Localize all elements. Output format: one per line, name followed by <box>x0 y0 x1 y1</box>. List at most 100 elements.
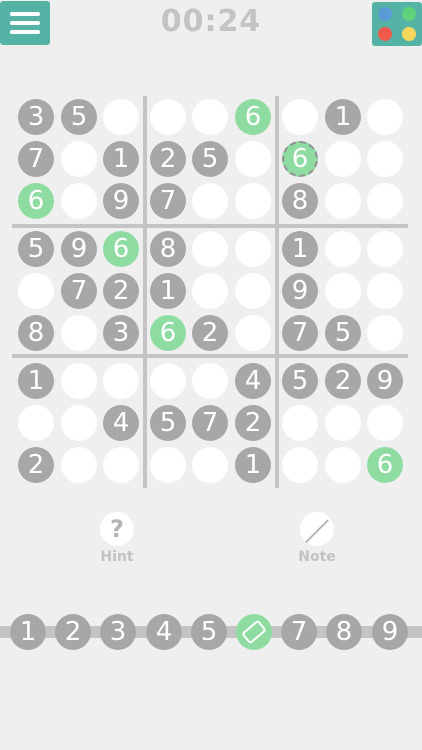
sudoku-cell[interactable] <box>367 315 403 351</box>
note-button[interactable]: ／ Note <box>277 512 357 565</box>
sudoku-cell[interactable] <box>235 183 271 219</box>
sudoku-cell[interactable]: 9 <box>282 273 318 309</box>
sudoku-cell[interactable]: 3 <box>18 99 54 135</box>
sudoku-cell[interactable] <box>367 99 403 135</box>
sudoku-cell[interactable] <box>367 231 403 267</box>
number-button[interactable]: 9 <box>372 614 408 650</box>
number-button[interactable]: 4 <box>146 614 182 650</box>
sudoku-cell[interactable]: 8 <box>18 315 54 351</box>
sudoku-cell[interactable]: 2 <box>325 363 361 399</box>
sudoku-cell[interactable]: 1 <box>235 447 271 483</box>
sudoku-cell[interactable]: 9 <box>103 183 139 219</box>
sudoku-cell[interactable]: 5 <box>150 405 186 441</box>
sudoku-cell[interactable] <box>325 141 361 177</box>
sudoku-cell[interactable]: 2 <box>192 315 228 351</box>
number-button[interactable]: 7 <box>281 614 317 650</box>
sudoku-cell[interactable] <box>103 99 139 135</box>
sudoku-cell[interactable] <box>150 363 186 399</box>
sudoku-cell[interactable] <box>192 231 228 267</box>
hint-button[interactable]: ? Hint <box>77 512 157 565</box>
sudoku-cell[interactable] <box>367 183 403 219</box>
eraser-button[interactable] <box>236 614 272 650</box>
sudoku-cell[interactable] <box>282 99 318 135</box>
sudoku-cell[interactable]: 5 <box>61 99 97 135</box>
sudoku-cell[interactable] <box>192 363 228 399</box>
eraser-icon <box>241 619 267 645</box>
sudoku-cell[interactable] <box>103 447 139 483</box>
sudoku-cell[interactable] <box>192 99 228 135</box>
sudoku-cell[interactable] <box>61 315 97 351</box>
sudoku-cell[interactable]: 6 <box>103 231 139 267</box>
sudoku-cell[interactable]: 7 <box>282 315 318 351</box>
sudoku-cell[interactable] <box>325 273 361 309</box>
sudoku-cell[interactable]: 8 <box>282 183 318 219</box>
grid-divider <box>12 224 408 228</box>
sudoku-cell[interactable] <box>61 447 97 483</box>
sudoku-cell[interactable] <box>235 231 271 267</box>
sudoku-cell[interactable] <box>282 405 318 441</box>
sudoku-cell[interactable]: 2 <box>18 447 54 483</box>
sudoku-cell[interactable] <box>61 405 97 441</box>
sudoku-cell[interactable]: 7 <box>192 405 228 441</box>
sudoku-cell[interactable] <box>235 141 271 177</box>
sudoku-cell[interactable] <box>325 405 361 441</box>
note-label: Note <box>298 549 336 565</box>
sudoku-cell[interactable] <box>18 405 54 441</box>
sudoku-cell[interactable]: 1 <box>103 141 139 177</box>
sudoku-cell[interactable] <box>367 273 403 309</box>
sudoku-cell[interactable] <box>325 231 361 267</box>
sudoku-cell[interactable] <box>192 183 228 219</box>
sudoku-cell[interactable] <box>103 363 139 399</box>
sudoku-cell[interactable] <box>235 315 271 351</box>
pencil-icon: ／ <box>300 512 334 546</box>
number-button[interactable]: 1 <box>10 614 46 650</box>
hint-label: Hint <box>100 549 134 565</box>
number-button[interactable]: 8 <box>326 614 362 650</box>
sudoku-cell[interactable] <box>192 447 228 483</box>
question-mark-icon: ? <box>100 512 134 546</box>
sudoku-cell[interactable]: 2 <box>235 405 271 441</box>
sudoku-cell[interactable] <box>367 405 403 441</box>
sudoku-cell[interactable]: 3 <box>103 315 139 351</box>
sudoku-cell[interactable] <box>235 273 271 309</box>
sudoku-cell[interactable]: 6 <box>18 183 54 219</box>
sudoku-cell[interactable]: 7 <box>150 183 186 219</box>
sudoku-cell[interactable]: 2 <box>150 141 186 177</box>
sudoku-cell[interactable] <box>61 363 97 399</box>
sudoku-cell[interactable]: 1 <box>18 363 54 399</box>
sudoku-cell[interactable]: 1 <box>282 231 318 267</box>
sudoku-cell[interactable] <box>282 447 318 483</box>
sudoku-cell[interactable]: 5 <box>325 315 361 351</box>
sudoku-cell[interactable] <box>367 141 403 177</box>
sudoku-cell[interactable]: 7 <box>61 273 97 309</box>
sudoku-cell[interactable]: 2 <box>103 273 139 309</box>
sudoku-cell[interactable] <box>150 99 186 135</box>
sudoku-cell[interactable] <box>325 183 361 219</box>
sudoku-cell[interactable]: 5 <box>282 363 318 399</box>
sudoku-cell[interactable]: 6 <box>282 141 318 177</box>
sudoku-cell[interactable]: 4 <box>103 405 139 441</box>
number-button[interactable]: 5 <box>191 614 227 650</box>
sudoku-cell[interactable] <box>61 183 97 219</box>
sudoku-cell[interactable]: 1 <box>150 273 186 309</box>
sudoku-cell[interactable]: 6 <box>150 315 186 351</box>
sudoku-cell[interactable] <box>61 141 97 177</box>
sudoku-cell[interactable]: 4 <box>235 363 271 399</box>
sudoku-cell[interactable]: 9 <box>367 363 403 399</box>
grid-divider <box>12 354 408 358</box>
grid-divider <box>143 96 147 488</box>
number-button[interactable]: 2 <box>55 614 91 650</box>
sudoku-cell[interactable]: 5 <box>18 231 54 267</box>
sudoku-cell[interactable]: 9 <box>61 231 97 267</box>
sudoku-cell[interactable]: 7 <box>18 141 54 177</box>
sudoku-cell[interactable] <box>325 447 361 483</box>
number-button[interactable]: 3 <box>100 614 136 650</box>
sudoku-cell[interactable]: 6 <box>235 99 271 135</box>
sudoku-cell[interactable] <box>192 273 228 309</box>
sudoku-cell[interactable]: 5 <box>192 141 228 177</box>
sudoku-cell[interactable]: 6 <box>367 447 403 483</box>
sudoku-cell[interactable] <box>150 447 186 483</box>
sudoku-cell[interactable]: 8 <box>150 231 186 267</box>
sudoku-cell[interactable]: 1 <box>325 99 361 135</box>
sudoku-cell[interactable] <box>18 273 54 309</box>
